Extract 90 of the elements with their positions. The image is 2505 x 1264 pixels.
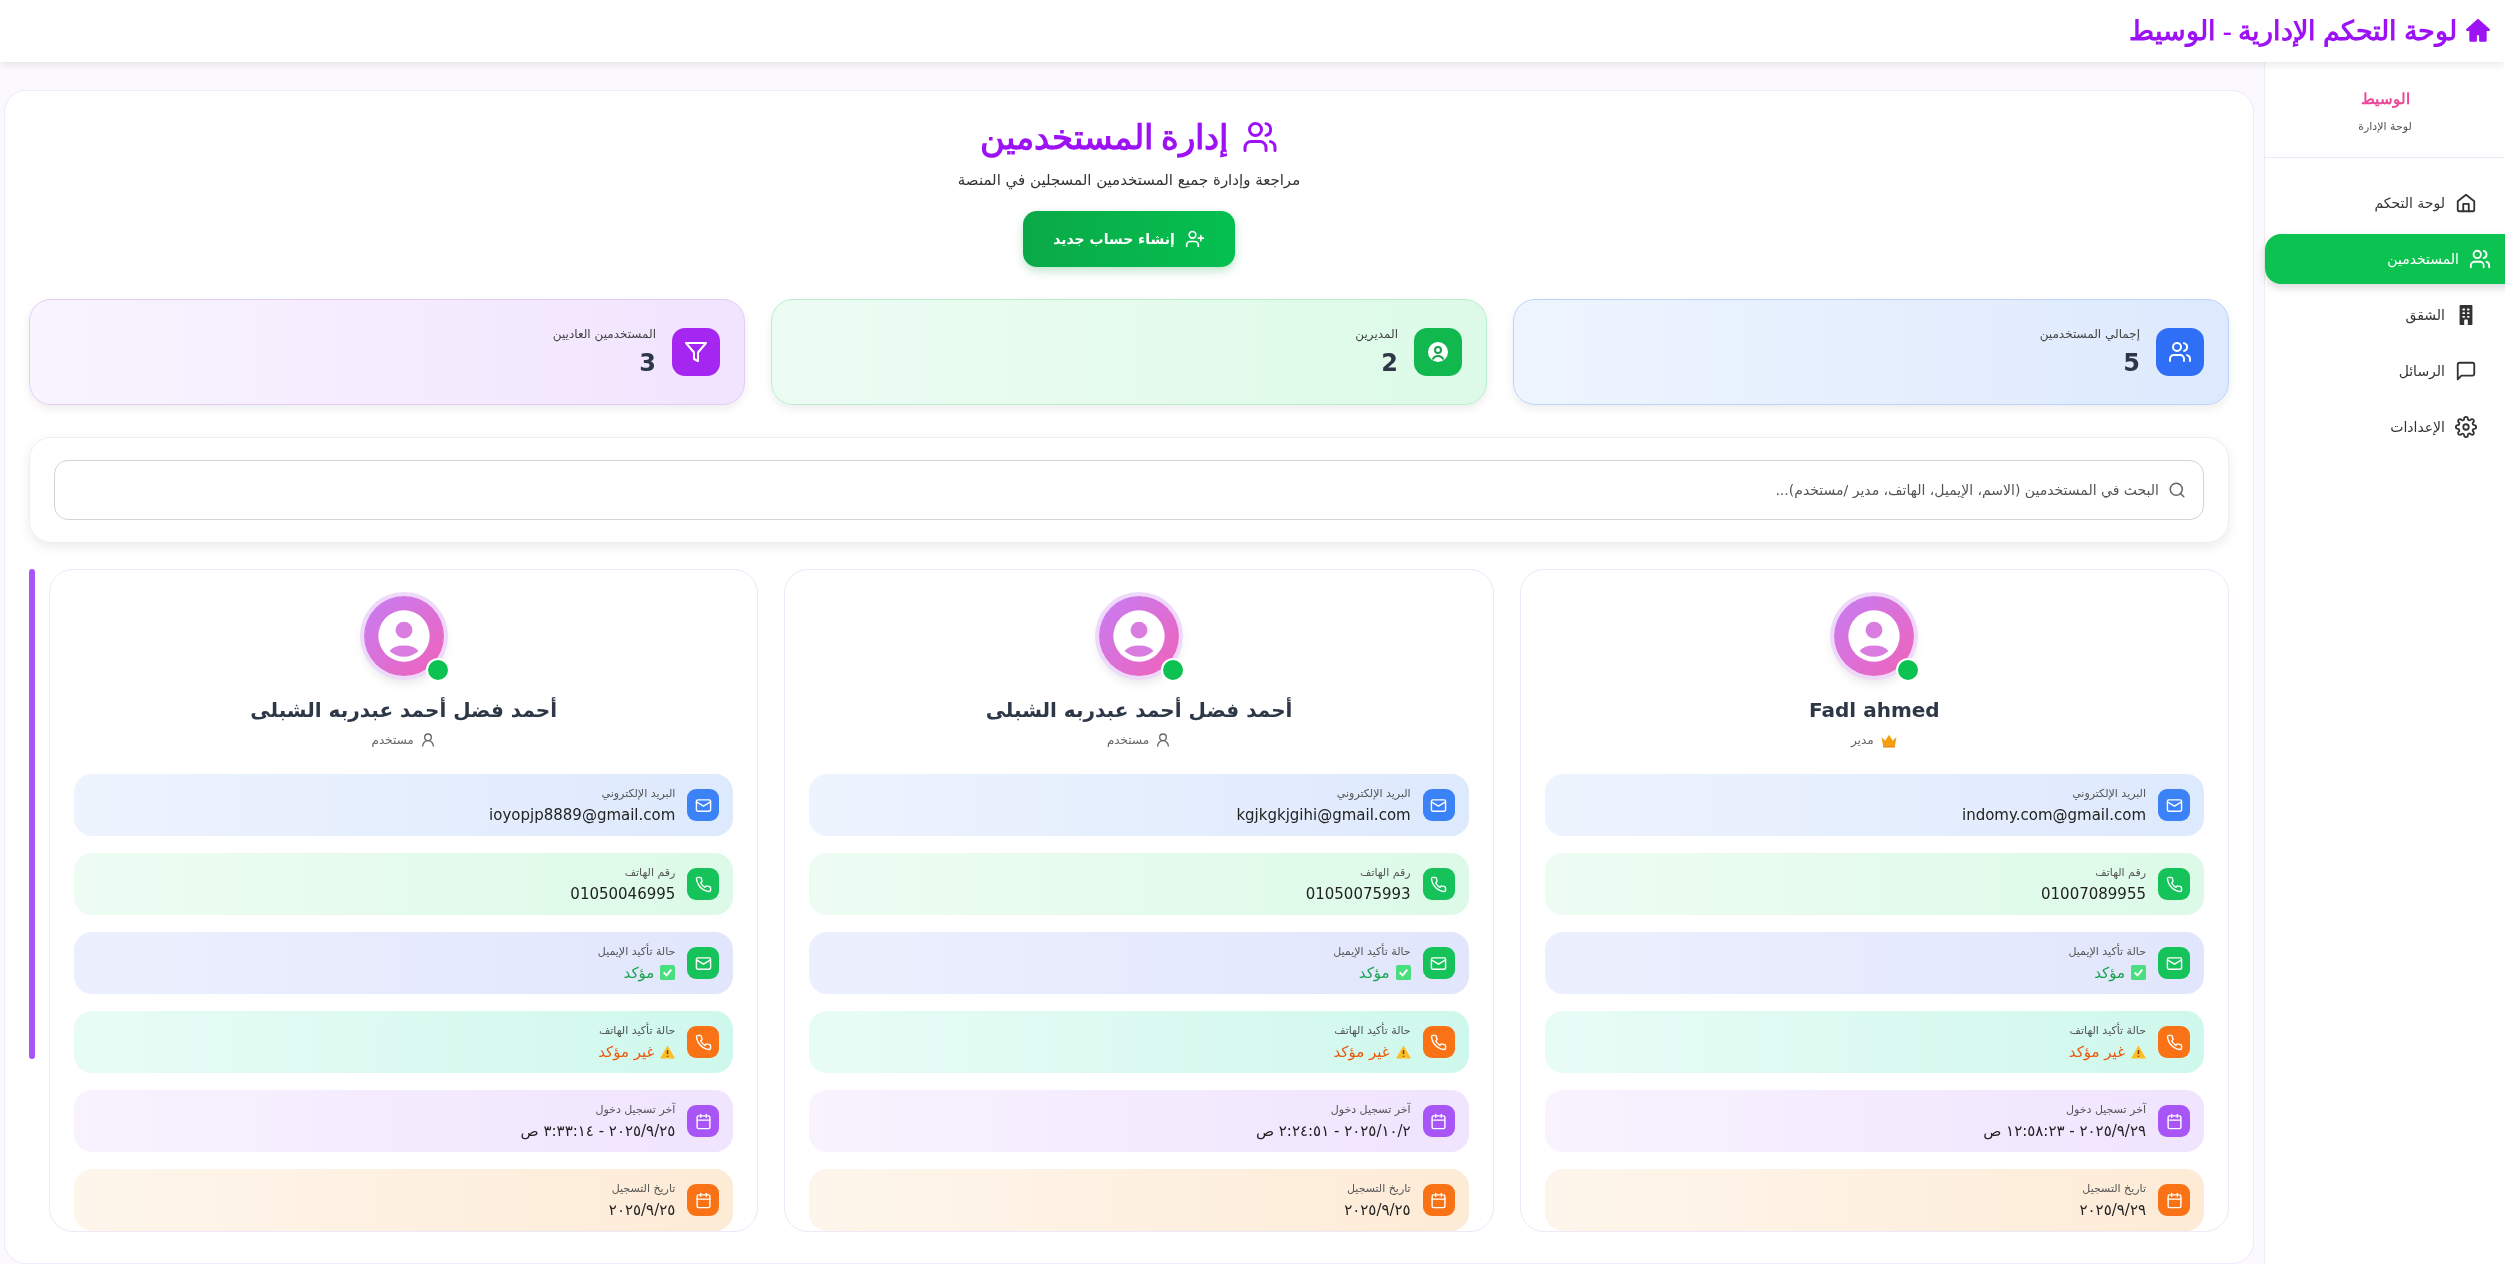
field-label: البريد الإلكتروني — [1335, 786, 1411, 800]
mail-icon — [1430, 954, 1448, 972]
mail-icon — [2165, 954, 2183, 972]
stat-value: 5 — [2122, 349, 2140, 377]
field-value: kgjkgkjgihi@gmail.com — [1236, 805, 1411, 824]
home-icon — [2465, 18, 2491, 44]
mail-icon — [2165, 796, 2183, 814]
calendar-icon — [2165, 1112, 2183, 1130]
search-icon — [2168, 481, 2186, 499]
user-role: مستخدم — [371, 733, 414, 747]
user-role: مدير — [1851, 733, 1874, 747]
phone-icon — [1430, 1033, 1448, 1051]
field-label: حالة تأكيد الإيميل — [1333, 944, 1411, 958]
field-label: تاريخ التسجيل — [610, 1181, 676, 1195]
app-title: لوحة التحكم الإدارية - الوسيط — [2129, 15, 2457, 47]
users-icon — [1242, 119, 1279, 155]
field-label: آخر تسجيل دخول — [1329, 1102, 1411, 1116]
user-name: أحمد فضل أحمد عبدربه الشبلى — [250, 698, 558, 722]
field-value: ٢٠٢٥/١٠/٢ - ٢:٢٤:٥١ ص — [1255, 1121, 1411, 1140]
stat-label: المديرين — [1355, 327, 1398, 341]
verification-status: مؤكد — [1358, 963, 1390, 982]
home-icon — [2455, 192, 2477, 214]
field-label: حالة تأكيد الهاتف — [1333, 1023, 1411, 1037]
mail-icon — [694, 796, 712, 814]
page-subtitle: مراجعة وإدارة جميع المستخدمين المسجلين في المنصة — [957, 171, 1301, 189]
phone-icon — [2165, 875, 2183, 893]
field-label: البريد الإلكتروني — [600, 786, 676, 800]
phone-icon — [1430, 875, 1448, 893]
field-label: تاريخ التسجيل — [2081, 1181, 2146, 1195]
phone-icon — [694, 875, 712, 893]
mail-icon — [694, 954, 712, 972]
field-label: رقم الهاتف — [1359, 865, 1411, 879]
field-value: ioyopjp8889@gmail.com — [489, 805, 676, 824]
field-label: آخر تسجيل دخول — [594, 1102, 676, 1116]
sidebar-item[interactable]: الإعدادات — [2265, 402, 2491, 452]
field-label: حالة تأكيد الهاتف — [2068, 1023, 2146, 1037]
field-label: رقم الهاتف — [2094, 865, 2146, 879]
scrollbar-thumb[interactable] — [29, 569, 35, 1059]
field-value: indomy.com@gmail.com — [1962, 805, 2146, 824]
sidebar-item[interactable]: لوحة التحكم — [2265, 178, 2491, 228]
field-value: ٢٠٢٥/٩/٢٥ - ٣:٣٣:١٤ ص — [520, 1121, 676, 1140]
phone-icon — [694, 1033, 712, 1051]
stat-value: 2 — [1380, 349, 1398, 377]
stat-label: المستخدمين العاديين — [552, 327, 656, 341]
chat-bubble-icon — [2455, 360, 2477, 382]
user-role: مستخدم — [1106, 733, 1150, 747]
users-icon — [2168, 340, 2192, 364]
field-value: 01050046995 — [570, 884, 676, 903]
user-name: Fadl ahmed — [1809, 698, 1940, 722]
user-icon — [419, 732, 436, 748]
verification-status: غير مؤكد — [2068, 1042, 2125, 1061]
sidebar-item[interactable]: الشقق — [2265, 290, 2491, 340]
verification-status: مؤكد — [623, 963, 655, 982]
field-label: البريد الإلكتروني — [2071, 786, 2146, 800]
users-icon — [2469, 248, 2491, 270]
settings-icon — [2455, 416, 2477, 438]
stat-value: 3 — [638, 349, 656, 377]
calendar-icon — [1430, 1112, 1448, 1130]
user-circle-icon — [1426, 340, 1450, 364]
verification-status: مؤكد — [2094, 963, 2125, 982]
field-label: حالة تأكيد الإيميل — [2068, 944, 2146, 958]
verification-status: غير مؤكد — [1333, 1042, 1390, 1061]
search-field[interactable]: البحث في المستخدمين (الاسم، الإيميل، الهاتف، مدير /مستخدم)... — [54, 460, 2204, 520]
stat-label: إجمالي المستخدمين — [2039, 327, 2140, 341]
user-name: أحمد فضل أحمد عبدربه الشبلى — [985, 698, 1293, 722]
verification-status: غير مؤكد — [598, 1042, 655, 1061]
field-label: رقم الهاتف — [623, 865, 676, 879]
calendar-icon — [694, 1112, 712, 1130]
field-value: ٢٠٢٥/٩/٢٥ — [608, 1200, 676, 1219]
field-value: ٢٠٢٥/٩/٢٩ — [2079, 1200, 2146, 1219]
page-title: إدارة المستخدمين — [979, 118, 1229, 157]
field-label: حالة تأكيد الهاتف — [598, 1023, 676, 1037]
calendar-icon — [2165, 1191, 2183, 1209]
field-label: آخر تسجيل دخول — [2065, 1102, 2146, 1116]
calendar-icon — [694, 1191, 712, 1209]
filter-icon — [684, 340, 708, 364]
calendar-icon — [1430, 1191, 1448, 1209]
field-value: ٢٠٢٥/٩/٢٩ - ١٢:٥٨:٢٣ ص — [1983, 1121, 2146, 1140]
mail-icon — [1430, 796, 1448, 814]
field-value: ٢٠٢٥/٩/٢٥ — [1344, 1200, 1411, 1219]
user-plus-icon — [1184, 229, 1205, 249]
brand-subtitle: لوحة الإدارة — [2357, 120, 2413, 133]
sidebar-item[interactable]: الرسائل — [2265, 346, 2491, 396]
field-label: حالة تأكيد الإيميل — [597, 944, 676, 958]
brand-name: الوسيط — [2359, 90, 2411, 108]
field-value: 01007089955 — [2041, 884, 2146, 903]
field-value: 01050075993 — [1305, 884, 1411, 903]
phone-icon — [2165, 1033, 2183, 1051]
user-icon — [1155, 732, 1172, 748]
field-label: تاريخ التسجيل — [1346, 1181, 1411, 1195]
